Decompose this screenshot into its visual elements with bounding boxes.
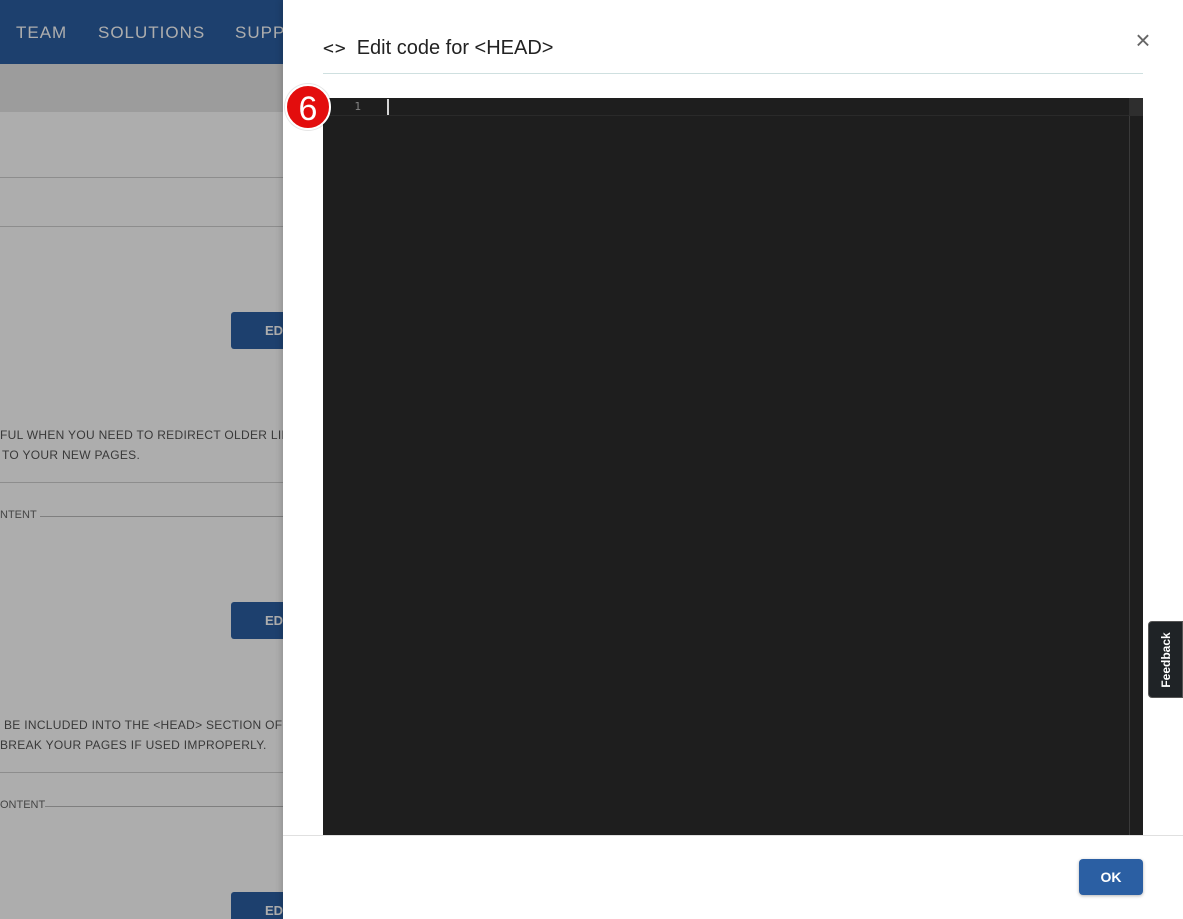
editor-current-line[interactable]: 1 [323, 98, 1143, 116]
text-cursor [387, 99, 389, 115]
dialog-header: <> Edit code for <HEAD> [323, 34, 553, 62]
feedback-tab[interactable]: Feedback [1148, 621, 1183, 698]
close-button[interactable]: × [1131, 27, 1155, 53]
step-number-badge: 6 [285, 84, 331, 130]
code-editor[interactable]: 1 [323, 98, 1143, 835]
scrollbar-thumb[interactable] [1129, 98, 1143, 116]
edit-code-dialog: <> Edit code for <HEAD> × 1 OK [283, 0, 1183, 919]
ok-button[interactable]: OK [1079, 859, 1143, 895]
feedback-label: Feedback [1158, 631, 1173, 688]
screen: TEAM SOLUTIONS SUPP EDI FUL WHEN YOU NEE… [0, 0, 1183, 919]
dialog-title: Edit code for <HEAD> [356, 36, 554, 59]
header-divider [323, 73, 1143, 74]
code-brackets-icon: <> [323, 37, 347, 59]
modal-backdrop[interactable] [0, 0, 283, 919]
footer-divider [283, 835, 1183, 836]
editor-scrollbar[interactable] [1129, 98, 1143, 835]
